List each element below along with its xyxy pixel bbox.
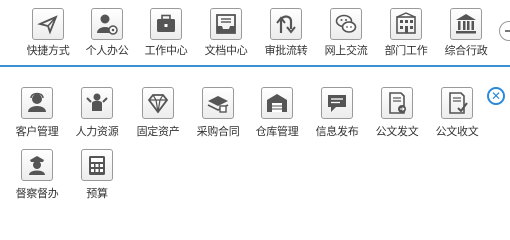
nav-item-label: 工作中心 [144,44,188,57]
close-icon[interactable]: ✕ [487,87,505,105]
module-fixed-assets[interactable]: 固定资产 [127,87,189,143]
top-navigation-bar: 快捷方式 个人办公 工作中心 文档中心 审批流转 网上交流 部门工作 综合行政 [0,0,510,66]
diamond-icon [142,87,174,119]
nav-item-label: 网上交流 [324,44,368,57]
module-label: 客户管理 [15,125,59,138]
nav-item-work-center[interactable]: 工作中心 [135,8,197,62]
module-label: 公文发文 [375,125,419,138]
customer-icon [21,87,53,119]
chat-bubbles-icon [330,8,362,40]
person-settings-icon [91,8,123,40]
module-warehouse-management[interactable]: 仓库管理 [246,87,308,143]
module-document-receipt[interactable]: 公文收文 [426,87,488,143]
module-label: 信息发布 [315,125,359,138]
briefcase-icon [150,8,182,40]
nav-item-label: 快捷方式 [26,44,70,57]
module-label: 预算 [86,187,108,200]
module-label: 人力资源 [75,125,119,138]
modules-panel: 客户管理 人力资源 固定资产 采购合同 仓库管理 信息发布 公文发文 公文收文 … [0,67,510,208]
module-label: 公文收文 [435,125,479,138]
nav-item-online-communication[interactable]: 网上交流 [315,8,377,62]
paper-plane-icon [32,8,64,40]
message-icon [321,87,353,119]
nav-item-label: 审批流转 [264,44,308,57]
nav-item-personal-office[interactable]: 个人办公 [76,8,138,62]
contract-stamp-icon [202,87,234,119]
building-icon [390,8,422,40]
module-document-dispatch[interactable]: 公文发文 [366,87,428,143]
module-label: 督察督办 [15,187,59,200]
warehouse-icon [261,87,293,119]
nav-item-shortcuts[interactable]: 快捷方式 [17,8,79,62]
inbox-tray-icon [210,8,242,40]
nav-item-label: 综合行政 [444,44,488,57]
module-customer-management[interactable]: 客户管理 [6,87,68,143]
module-budget[interactable]: 预算 [66,149,128,205]
nav-item-label: 个人办公 [85,44,129,57]
flow-arrows-icon [270,8,302,40]
document-receive-icon [441,87,473,119]
police-officer-icon [21,149,53,181]
people-icon [81,87,113,119]
nav-item-approval-flow[interactable]: 审批流转 [255,8,317,62]
module-human-resources[interactable]: 人力资源 [66,87,128,143]
nav-item-department-work[interactable]: 部门工作 [375,8,437,62]
nav-item-label: 部门工作 [384,44,428,57]
scroll-right-button[interactable] [499,21,510,41]
document-send-icon [381,87,413,119]
module-label: 固定资产 [136,125,180,138]
nav-item-general-administration[interactable]: 综合行政 [435,8,497,62]
module-label: 仓库管理 [255,125,299,138]
budget-calculator-icon [81,149,113,181]
module-procurement-contract[interactable]: 采购合同 [187,87,249,143]
module-supervision[interactable]: 督察督办 [6,149,68,205]
government-building-icon [450,8,482,40]
nav-item-label: 文档中心 [204,44,248,57]
module-information-release[interactable]: 信息发布 [306,87,368,143]
module-label: 采购合同 [196,125,240,138]
nav-item-document-center[interactable]: 文档中心 [195,8,257,62]
